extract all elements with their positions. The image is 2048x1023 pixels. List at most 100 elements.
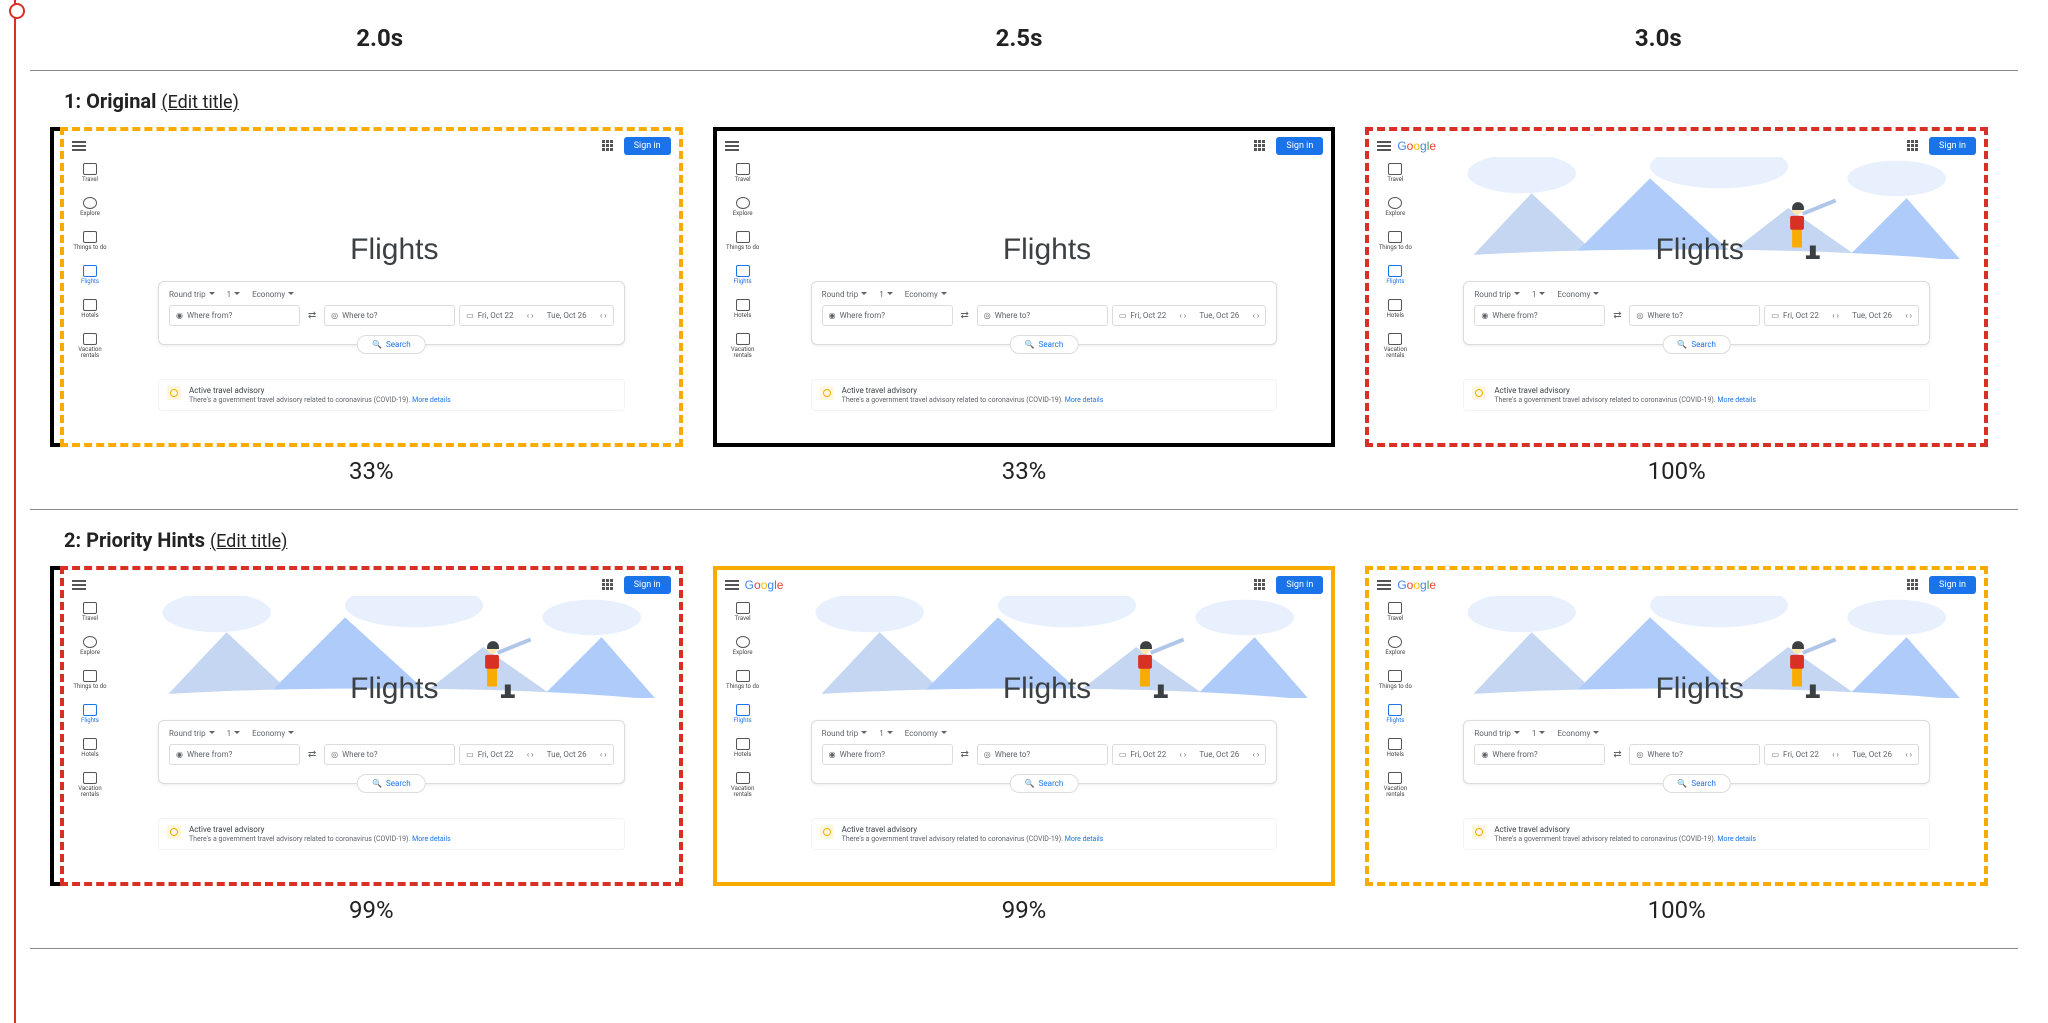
sidebar-item-flights[interactable]: Flights bbox=[70, 704, 110, 724]
sidebar-item-vacation-rentals[interactable]: Vacation rentals bbox=[1375, 333, 1415, 359]
advisory-more-link[interactable]: More details bbox=[412, 396, 451, 404]
date-range-input[interactable]: ▭Fri, Oct 22 ‹ › Tue, Oct 26 ‹ › bbox=[1764, 744, 1919, 765]
apps-grid-icon[interactable] bbox=[602, 579, 614, 591]
sidebar-item-things-to-do[interactable]: Things to do bbox=[723, 231, 763, 251]
sidebar-item-things-to-do[interactable]: Things to do bbox=[70, 231, 110, 251]
sign-in-button[interactable]: Sign in bbox=[1276, 137, 1323, 155]
from-input[interactable]: ◉Where from? bbox=[1474, 305, 1605, 326]
hamburger-icon[interactable] bbox=[72, 141, 86, 151]
edit-title-link[interactable]: (Edit title) bbox=[210, 531, 287, 552]
class-select[interactable]: Economy bbox=[905, 290, 947, 299]
edit-title-link[interactable]: (Edit title) bbox=[161, 92, 238, 113]
passenger-select[interactable]: 1 bbox=[1532, 729, 1546, 738]
sidebar-item-travel[interactable]: Travel bbox=[70, 163, 110, 183]
sidebar-item-explore[interactable]: Explore bbox=[1375, 636, 1415, 656]
to-input[interactable]: ◎Where to? bbox=[324, 744, 455, 765]
search-button[interactable]: 🔍Search bbox=[1662, 774, 1731, 793]
swap-icon[interactable]: ⇄ bbox=[957, 744, 973, 765]
class-select[interactable]: Economy bbox=[252, 729, 294, 738]
search-button[interactable]: 🔍Search bbox=[1662, 335, 1731, 354]
sidebar-item-travel[interactable]: Travel bbox=[1375, 602, 1415, 622]
advisory-more-link[interactable]: More details bbox=[412, 835, 451, 843]
trip-type-select[interactable]: Round trip bbox=[169, 290, 215, 299]
search-button[interactable]: 🔍Search bbox=[1010, 774, 1079, 793]
sidebar-item-vacation-rentals[interactable]: Vacation rentals bbox=[1375, 772, 1415, 798]
advisory-more-link[interactable]: More details bbox=[1717, 835, 1756, 843]
filmstrip-frame[interactable]: Google Sign in Travel Explore Things to … bbox=[1365, 566, 1988, 886]
search-button[interactable]: 🔍Search bbox=[1010, 335, 1079, 354]
date-range-input[interactable]: ▭Fri, Oct 22 ‹ › Tue, Oct 26 ‹ › bbox=[1112, 744, 1267, 765]
passenger-select[interactable]: 1 bbox=[1532, 290, 1546, 299]
sidebar-item-travel[interactable]: Travel bbox=[723, 602, 763, 622]
swap-icon[interactable]: ⇄ bbox=[304, 305, 320, 326]
sidebar-item-hotels[interactable]: Hotels bbox=[1375, 299, 1415, 319]
from-input[interactable]: ◉Where from? bbox=[822, 744, 953, 765]
filmstrip-frame[interactable]: Google Sign in Travel Explore Things to … bbox=[60, 566, 683, 886]
search-button[interactable]: 🔍Search bbox=[357, 774, 426, 793]
sidebar-item-flights[interactable]: Flights bbox=[1375, 265, 1415, 285]
date-range-input[interactable]: ▭Fri, Oct 22 ‹ › Tue, Oct 26 ‹ › bbox=[1764, 305, 1919, 326]
sidebar-item-explore[interactable]: Explore bbox=[70, 197, 110, 217]
passenger-select[interactable]: 1 bbox=[227, 290, 241, 299]
sidebar-item-explore[interactable]: Explore bbox=[70, 636, 110, 656]
sidebar-item-explore[interactable]: Explore bbox=[723, 197, 763, 217]
filmstrip-frame[interactable]: Google Sign in Travel Explore Things to … bbox=[713, 127, 1336, 447]
sidebar-item-flights[interactable]: Flights bbox=[1375, 704, 1415, 724]
apps-grid-icon[interactable] bbox=[1907, 579, 1919, 591]
sidebar-item-travel[interactable]: Travel bbox=[723, 163, 763, 183]
sidebar-item-flights[interactable]: Flights bbox=[723, 265, 763, 285]
class-select[interactable]: Economy bbox=[1557, 729, 1599, 738]
sidebar-item-things-to-do[interactable]: Things to do bbox=[70, 670, 110, 690]
sidebar-item-hotels[interactable]: Hotels bbox=[723, 299, 763, 319]
sidebar-item-flights[interactable]: Flights bbox=[723, 704, 763, 724]
advisory-more-link[interactable]: More details bbox=[1065, 396, 1104, 404]
date-range-input[interactable]: ▭Fri, Oct 22 ‹ › Tue, Oct 26 ‹ › bbox=[459, 744, 614, 765]
sidebar-item-things-to-do[interactable]: Things to do bbox=[1375, 670, 1415, 690]
filmstrip-frame[interactable]: Google Sign in Travel Explore Things to … bbox=[713, 566, 1336, 886]
from-input[interactable]: ◉Where from? bbox=[1474, 744, 1605, 765]
sidebar-item-flights[interactable]: Flights bbox=[70, 265, 110, 285]
hamburger-icon[interactable] bbox=[725, 580, 739, 590]
passenger-select[interactable]: 1 bbox=[879, 729, 893, 738]
sign-in-button[interactable]: Sign in bbox=[624, 576, 671, 594]
sign-in-button[interactable]: Sign in bbox=[1929, 576, 1976, 594]
sidebar-item-things-to-do[interactable]: Things to do bbox=[723, 670, 763, 690]
sidebar-item-hotels[interactable]: Hotels bbox=[70, 299, 110, 319]
swap-icon[interactable]: ⇄ bbox=[1609, 305, 1625, 326]
trip-type-select[interactable]: Round trip bbox=[1474, 290, 1520, 299]
from-input[interactable]: ◉Where from? bbox=[169, 744, 300, 765]
apps-grid-icon[interactable] bbox=[1254, 140, 1266, 152]
filmstrip-frame[interactable]: Google Sign in Travel Explore Things to … bbox=[60, 127, 683, 447]
trip-type-select[interactable]: Round trip bbox=[1474, 729, 1520, 738]
class-select[interactable]: Economy bbox=[252, 290, 294, 299]
date-range-input[interactable]: ▭Fri, Oct 22 ‹ › Tue, Oct 26 ‹ › bbox=[459, 305, 614, 326]
hamburger-icon[interactable] bbox=[1377, 580, 1391, 590]
sidebar-item-vacation-rentals[interactable]: Vacation rentals bbox=[70, 333, 110, 359]
sidebar-item-hotels[interactable]: Hotels bbox=[723, 738, 763, 758]
trip-type-select[interactable]: Round trip bbox=[822, 290, 868, 299]
from-input[interactable]: ◉Where from? bbox=[169, 305, 300, 326]
sign-in-button[interactable]: Sign in bbox=[1929, 137, 1976, 155]
apps-grid-icon[interactable] bbox=[1907, 140, 1919, 152]
hamburger-icon[interactable] bbox=[1377, 141, 1391, 151]
sign-in-button[interactable]: Sign in bbox=[1276, 576, 1323, 594]
sidebar-item-vacation-rentals[interactable]: Vacation rentals bbox=[723, 333, 763, 359]
sidebar-item-hotels[interactable]: Hotels bbox=[1375, 738, 1415, 758]
to-input[interactable]: ◎Where to? bbox=[324, 305, 455, 326]
apps-grid-icon[interactable] bbox=[602, 140, 614, 152]
to-input[interactable]: ◎Where to? bbox=[1629, 744, 1760, 765]
date-range-input[interactable]: ▭Fri, Oct 22 ‹ › Tue, Oct 26 ‹ › bbox=[1112, 305, 1267, 326]
class-select[interactable]: Economy bbox=[905, 729, 947, 738]
hamburger-icon[interactable] bbox=[72, 580, 86, 590]
trip-type-select[interactable]: Round trip bbox=[169, 729, 215, 738]
sidebar-item-travel[interactable]: Travel bbox=[70, 602, 110, 622]
sidebar-item-explore[interactable]: Explore bbox=[723, 636, 763, 656]
class-select[interactable]: Economy bbox=[1557, 290, 1599, 299]
apps-grid-icon[interactable] bbox=[1254, 579, 1266, 591]
sidebar-item-things-to-do[interactable]: Things to do bbox=[1375, 231, 1415, 251]
sidebar-item-travel[interactable]: Travel bbox=[1375, 163, 1415, 183]
trip-type-select[interactable]: Round trip bbox=[822, 729, 868, 738]
sidebar-item-vacation-rentals[interactable]: Vacation rentals bbox=[723, 772, 763, 798]
sidebar-item-vacation-rentals[interactable]: Vacation rentals bbox=[70, 772, 110, 798]
to-input[interactable]: ◎Where to? bbox=[1629, 305, 1760, 326]
